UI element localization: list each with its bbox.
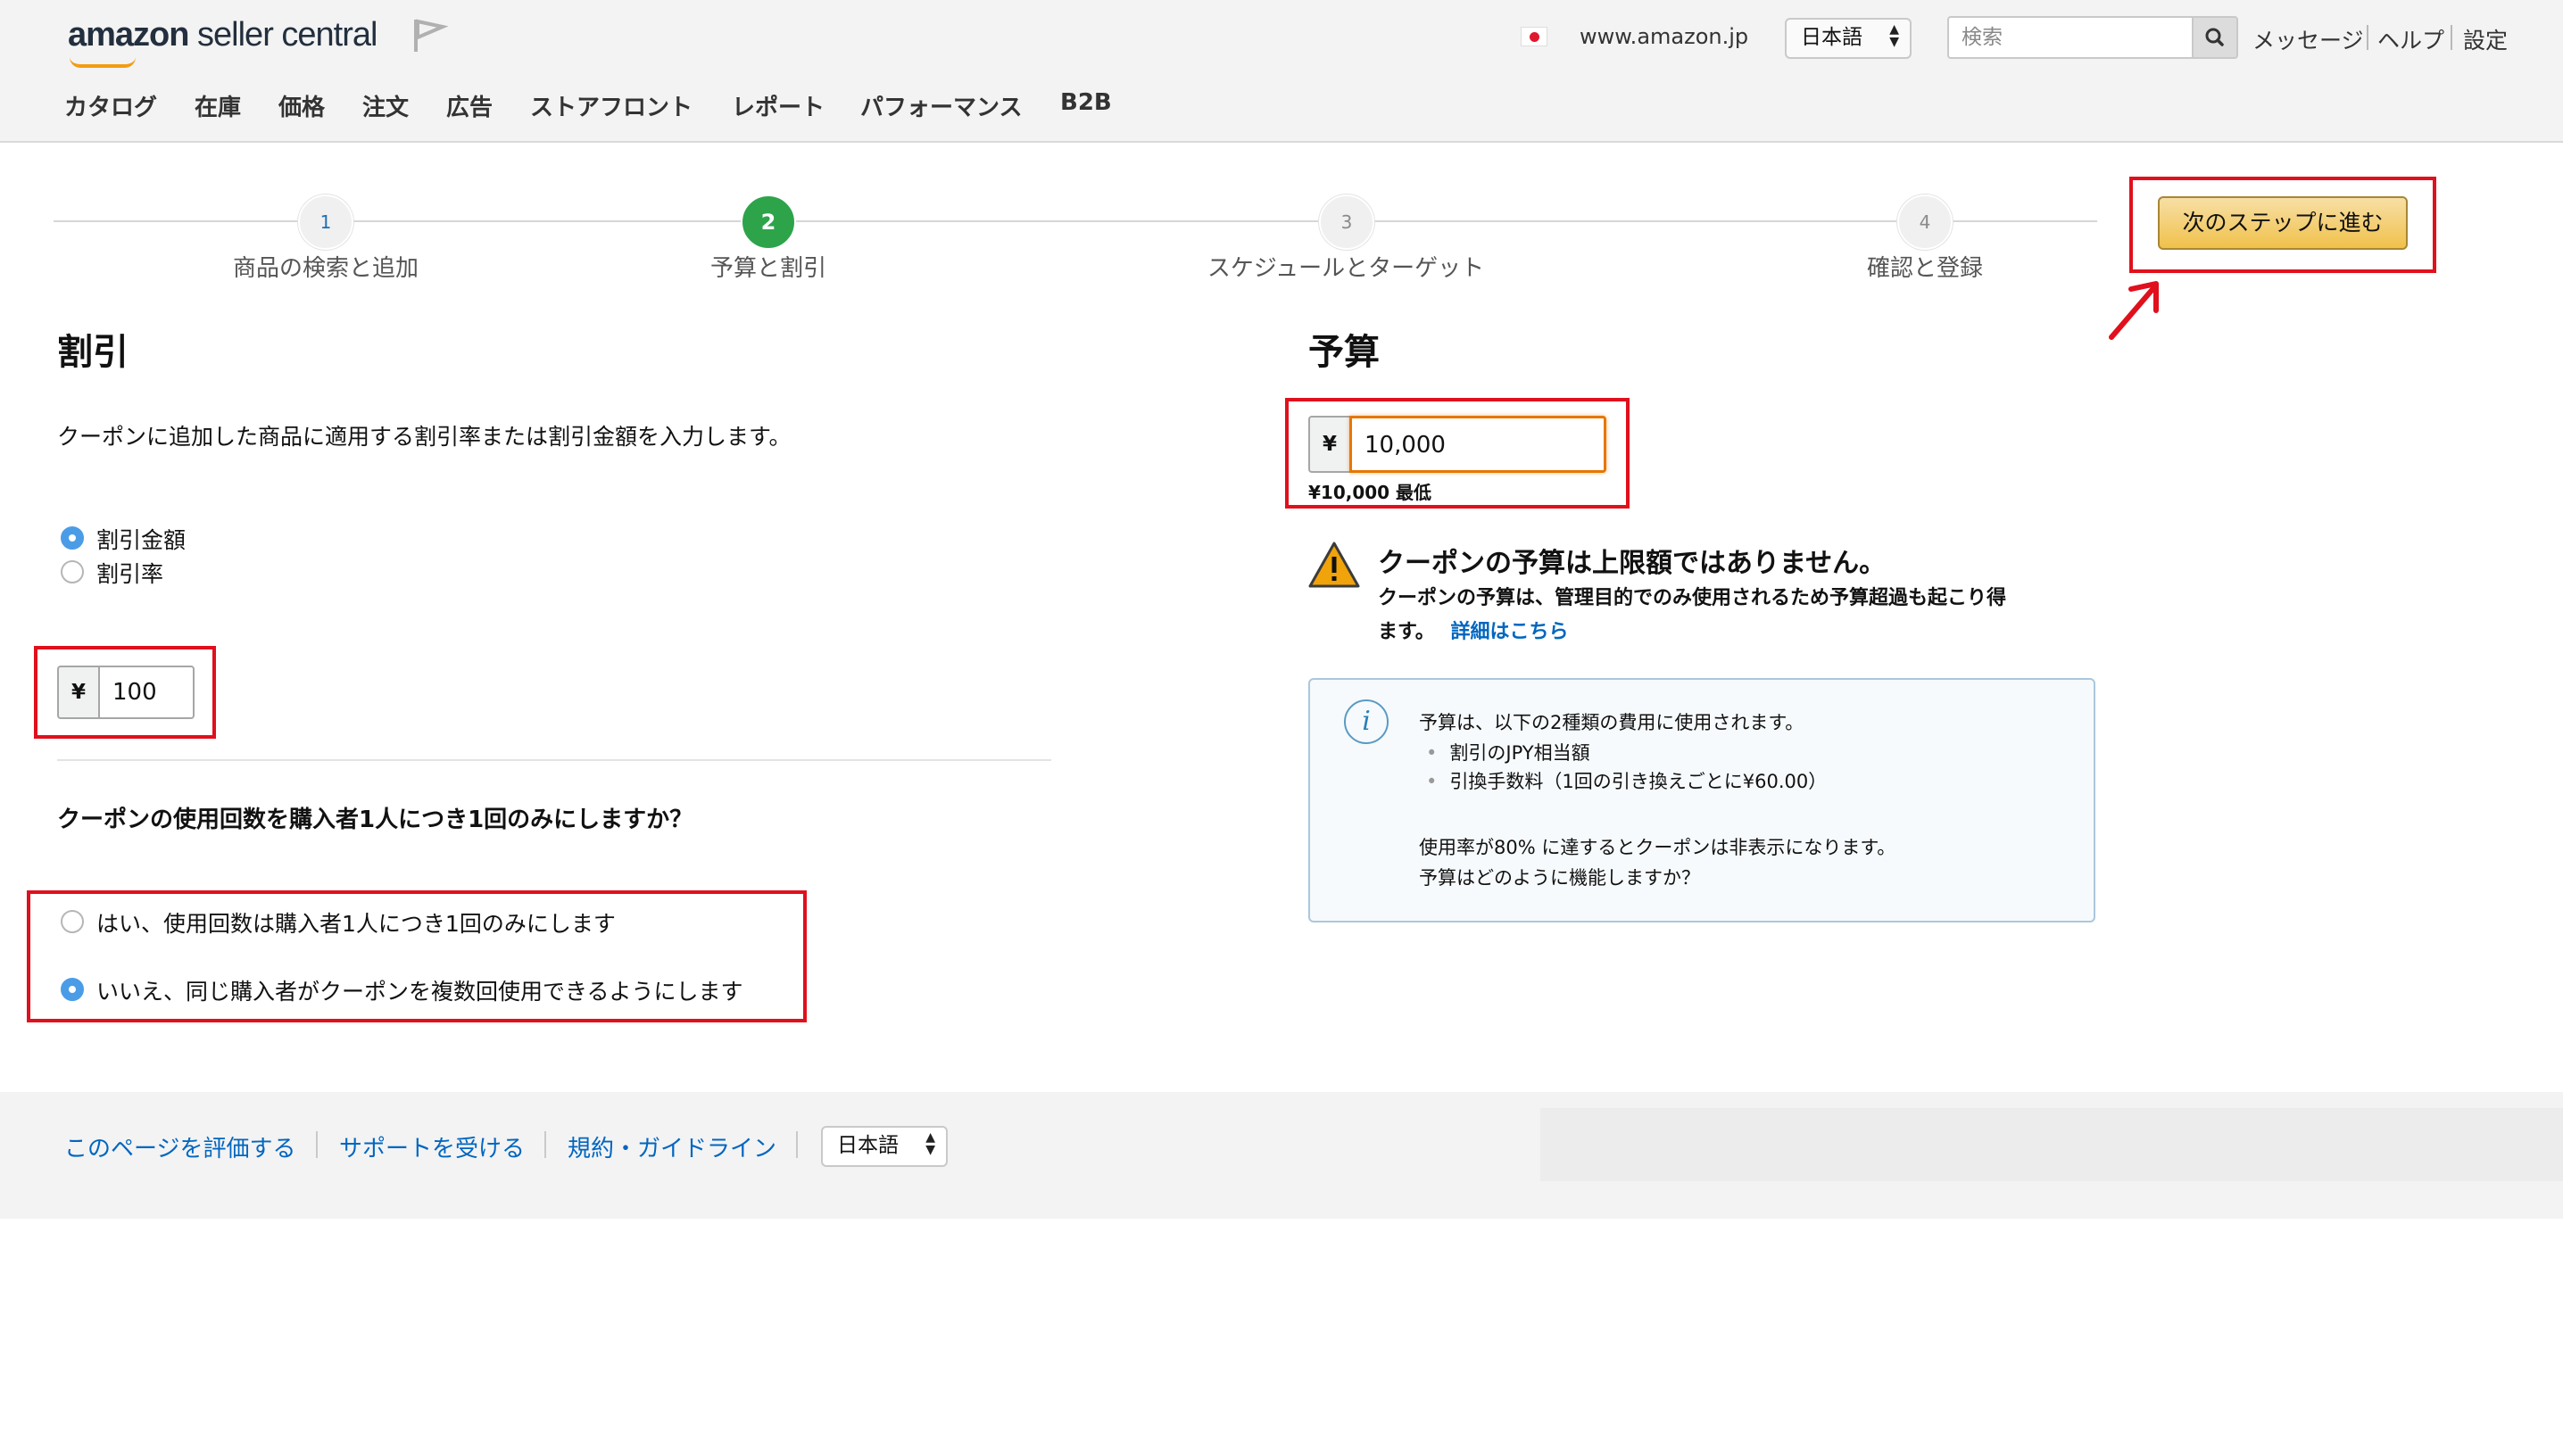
step-4-label: 確認と登録 xyxy=(1866,255,1984,282)
info-note-text: 使用率が80% に達するとクーポンは非表示になります。 xyxy=(1419,837,1896,858)
nav-storefront[interactable]: ストアフロント xyxy=(530,89,693,122)
nav-orders[interactable]: 注文 xyxy=(362,89,409,122)
nav-pricing[interactable]: 価格 xyxy=(278,89,325,122)
annotation-box-discount-input xyxy=(34,646,216,739)
nav-inventory[interactable]: 在庫 xyxy=(195,89,241,122)
section-divider xyxy=(57,759,1051,761)
step-1-label: 商品の検索と追加 xyxy=(232,255,419,282)
discount-description: クーポンに追加した商品に適用する割引率または割引金額を入力します。 xyxy=(57,424,792,450)
search-input[interactable]: 検索 xyxy=(1947,16,2194,59)
search-button[interactable] xyxy=(2192,16,2238,59)
language-select-value: 日本語 xyxy=(1801,26,1862,49)
step-1-circle[interactable]: 1 xyxy=(298,194,353,250)
step-3-circle: 3 xyxy=(1319,194,1374,250)
language-select[interactable]: 日本語 ▲ ▼ xyxy=(1785,18,1912,59)
step-2-label: 予算と割引 xyxy=(709,255,827,282)
seller-central-logo[interactable]: amazon seller central xyxy=(68,16,377,68)
search-icon xyxy=(2205,28,2224,46)
nav-catalog[interactable]: カタログ xyxy=(64,89,157,122)
budget-warning-title: クーポンの予算は上限額ではありません。 xyxy=(1378,548,1887,579)
usage-limit-question: クーポンの使用回数を購入者1人につき1回のみにしますか？ xyxy=(57,807,693,833)
nav-performance[interactable]: パフォーマンス xyxy=(860,89,1022,122)
footer-separator xyxy=(316,1131,318,1158)
info-icon: i xyxy=(1344,699,1389,744)
jp-flag-icon xyxy=(1521,27,1547,46)
footer-separator xyxy=(544,1131,546,1158)
messages-link[interactable]: メッセージ xyxy=(2252,23,2364,55)
policies-link[interactable]: 規約・ガイドライン xyxy=(568,1130,776,1163)
nav-advertising[interactable]: 広告 xyxy=(446,89,493,122)
footer-panel xyxy=(1540,1108,2563,1181)
discount-rate-radio[interactable] xyxy=(61,560,84,583)
discount-heading: 割引 xyxy=(57,332,129,373)
rate-page-link[interactable]: このページを評価する xyxy=(64,1130,295,1163)
discount-rate-label[interactable]: 割引率 xyxy=(96,557,163,589)
annotation-box-usage-options xyxy=(27,890,807,1022)
budget-warning-text-2: ます。 詳細はこちら xyxy=(1378,621,1569,643)
discount-amount-label[interactable]: 割引金額 xyxy=(96,523,186,555)
progress-line xyxy=(54,220,2097,222)
info-bullet-discount: 割引のJPY相当額 xyxy=(1426,739,1589,765)
select-arrows-icon: ▲ ▼ xyxy=(1889,22,1899,49)
step-2-circle: 2 xyxy=(741,194,796,250)
annotation-arrow-icon xyxy=(2109,281,2159,340)
header: amazon seller central www.amazon.jp 日本語 … xyxy=(0,0,2563,143)
marketplace-name[interactable]: www.amazon.jp xyxy=(1580,24,1748,49)
logo-smile-icon xyxy=(70,57,136,68)
footer-separator xyxy=(796,1131,798,1158)
budget-heading: 予算 xyxy=(1308,332,1380,373)
flag-icon[interactable] xyxy=(412,18,448,54)
footer-language-value: 日本語 xyxy=(837,1134,899,1157)
settings-link[interactable]: 設定 xyxy=(2463,23,2508,55)
nav-reports[interactable]: レポート xyxy=(732,89,825,122)
nav-b2b[interactable]: B2B xyxy=(1060,89,1112,116)
budget-warning-text: クーポンの予算は、管理目的でのみ使用されるため予算超過も起こり得 xyxy=(1378,587,2007,609)
annotation-box-budget-input xyxy=(1285,398,1630,509)
info-bullet-fee: 引換手数料（1回の引き換えごとに¥60.00） xyxy=(1426,767,1827,794)
step-4-circle: 4 xyxy=(1897,194,1953,250)
step-3-label: スケジュールとターゲット xyxy=(1207,255,1485,282)
info-intro-text: 予算は、以下の2種類の費用に使用されます。 xyxy=(1419,712,1804,733)
help-link[interactable]: ヘルプ xyxy=(2377,23,2444,55)
discount-amount-radio[interactable] xyxy=(61,526,84,550)
annotation-box-next-button xyxy=(2129,177,2436,273)
get-support-link[interactable]: サポートを受ける xyxy=(339,1130,525,1163)
details-link[interactable]: 詳細はこちら xyxy=(1450,621,1568,643)
footer-language-select[interactable]: 日本語 ▲ ▼ xyxy=(821,1126,948,1167)
header-separator xyxy=(2451,25,2452,50)
budget-how-it-works-link[interactable]: 予算はどのように機能しますか？ xyxy=(1419,864,1700,890)
select-arrows-icon: ▲ ▼ xyxy=(925,1130,935,1157)
warning-icon xyxy=(1308,542,1360,588)
header-separator xyxy=(2367,25,2368,50)
